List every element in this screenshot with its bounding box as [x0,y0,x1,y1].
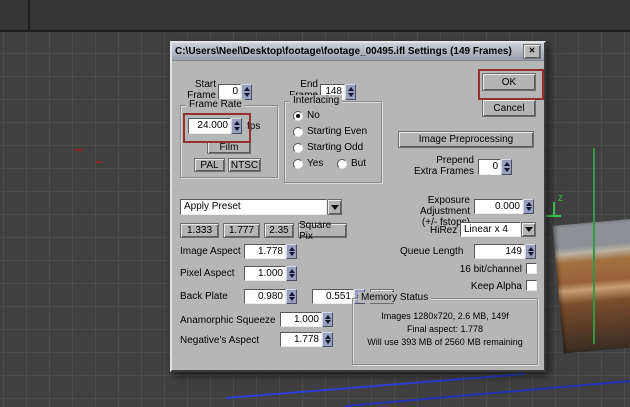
start-frame-label: Start Frame [187,79,216,101]
image-aspect-spinner[interactable] [286,244,297,259]
negatives-aspect-label: Negative's Aspect [180,335,260,346]
start-frame-spinner[interactable] [241,84,252,100]
prepend-spinner[interactable] [501,159,512,175]
hirez-dropdown[interactable]: Linear x 4 [460,222,536,237]
negatives-aspect-field[interactable]: 1.778 [280,332,333,347]
end-frame-spinner[interactable] [345,84,356,100]
keep-alpha-label: Keep Alpha [470,281,522,292]
pal-button[interactable]: PAL [194,158,225,172]
preset-235-button[interactable]: 2.35 [264,223,294,238]
radio-dot[interactable] [337,158,347,169]
pixel-aspect-field[interactable]: 1.000 [244,266,297,281]
close-icon[interactable]: ✕ [523,44,541,59]
start-frame-field[interactable]: 0 [218,84,252,100]
axis-gizmo-horizontal [546,215,561,217]
viewport-divider-line [28,0,30,30]
fps-spinner[interactable] [231,118,242,134]
radio-but[interactable]: But [337,158,366,169]
radio-yes[interactable]: Yes [293,158,323,169]
memory-line-2: Final aspect: 1.778 [406,324,484,334]
radio-dot[interactable] [293,110,303,121]
pixel-aspect-label: Pixel Aspect [180,268,235,279]
ifl-settings-dialog: C:\Users\Neel\Desktop\footage\footage_00… [170,41,546,372]
viewport-green-axis-line [593,148,595,344]
viewport-red-mark [74,149,82,151]
queue-length-spinner[interactable] [525,244,536,259]
16-bit-channel-label: 16 bit/channel [459,264,522,275]
viewport-red-mark [96,161,102,163]
memory-status-legend: Memory Status [358,292,432,303]
exposure-adjustment-label: Exposure Adjustment (+/- fstops) [419,195,470,228]
prepend-extra-frames-field[interactable]: 0 [478,159,512,175]
queue-length-field[interactable]: 149 [474,244,536,259]
interlacing-legend: Interlacing [290,95,343,106]
queue-length-label: Queue Length [400,246,464,257]
back-plate-spinner-1[interactable] [286,289,297,304]
anamorphic-spinner[interactable] [322,312,333,327]
radio-dot[interactable] [293,126,303,137]
ok-button[interactable]: OK [482,73,536,91]
ntsc-button[interactable]: NTSC [228,158,261,172]
memory-line-1: Images 1280x720, 2.6 MB, 149f [381,311,509,321]
chevron-down-icon[interactable] [521,222,536,237]
anamorphic-squeeze-field[interactable]: 1.000 [280,312,333,327]
chevron-down-icon[interactable] [327,199,342,215]
negatives-spinner[interactable] [322,332,333,347]
viewport-photo-plane [552,218,630,354]
preset-1333-button[interactable]: 1.333 [180,223,219,238]
dialog-title: C:\Users\Neel\Desktop\footage\footage_00… [175,46,512,57]
image-preprocessing-button[interactable]: Image Preprocessing [398,131,534,148]
radio-starting-even[interactable]: Starting Even [293,126,367,137]
memory-line-3: Will use 393 MB of 2560 MB remaining [367,337,523,347]
radio-no[interactable]: No [293,110,320,121]
apply-preset-dropdown[interactable]: Apply Preset [180,199,342,215]
16-bit-channel-checkbox[interactable] [526,263,537,274]
radio-dot[interactable] [293,142,303,153]
hirez-label: HiRez [430,225,458,236]
anamorphic-squeeze-label: Anamorphic Squeeze [180,315,276,326]
image-aspect-label: Image Aspect [180,246,241,257]
back-plate-label: Back Plate [180,291,228,302]
image-aspect-field[interactable]: 1.778 [244,244,297,259]
interlacing-group: Interlacing No Starting Even Starting Od… [284,95,382,183]
memory-status-group: Memory Status Images 1280x720, 2.6 MB, 1… [352,292,538,365]
exposure-spinner[interactable] [523,199,534,214]
fps-unit-label: fps [247,121,261,132]
fps-field[interactable]: 24.000 [188,118,242,134]
preset-1777-button[interactable]: 1.777 [223,223,260,238]
pixel-aspect-spinner[interactable] [286,266,297,281]
cancel-button[interactable]: Cancel [482,99,536,117]
exposure-adjustment-field[interactable]: 0.000 [474,199,534,214]
radio-dot[interactable] [293,158,303,169]
radio-starting-odd[interactable]: Starting Odd [293,142,363,153]
keep-alpha-checkbox[interactable] [526,280,537,291]
frame-rate-group: Frame Rate 24.000 fps Film PAL NTSC [180,99,278,178]
dialog-titlebar[interactable]: C:\Users\Neel\Desktop\footage\footage_00… [172,43,544,61]
axis-gizmo-z-label: Z [558,194,563,203]
viewport-top-strip [0,0,630,32]
preset-square-pix-button[interactable]: Square Pix [298,220,347,242]
frame-rate-legend: Frame Rate [186,99,245,110]
prepend-extra-frames-label: Prepend Extra Frames [413,155,474,177]
back-plate-field-1[interactable]: 0.980 [244,289,297,304]
film-button[interactable]: Film [207,141,251,154]
